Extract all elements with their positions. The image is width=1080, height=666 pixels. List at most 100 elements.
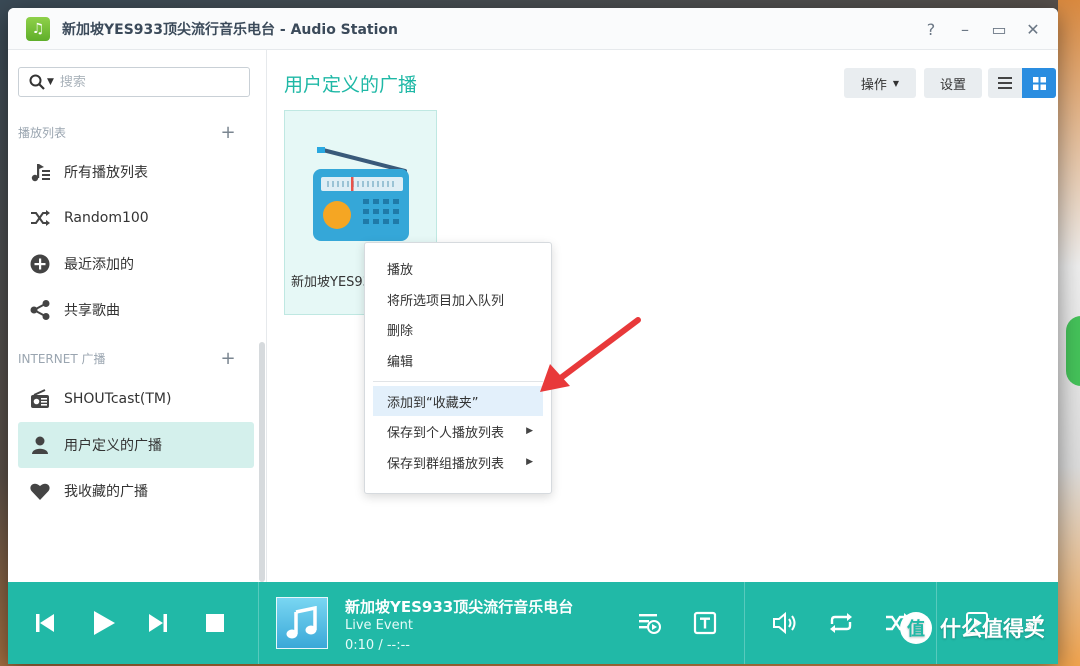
menu-item-label: 删除: [387, 323, 414, 339]
play-button[interactable]: [86, 606, 120, 640]
stop-icon: [206, 614, 224, 632]
playlists-header-label: 播放列表: [18, 125, 67, 140]
sidebar-item-label: 共享歌曲: [64, 303, 120, 319]
sidebar-item-label: SHOUTcast(TM): [64, 391, 172, 407]
menu-item-label: 将所选项目加入队列: [387, 293, 505, 309]
add-playlist-icon[interactable]: +: [218, 122, 238, 143]
sidebar-scrollbar[interactable]: [259, 342, 265, 582]
close-icon[interactable]: ✕: [1016, 20, 1050, 39]
heart-icon: [28, 479, 52, 503]
next-icon: [149, 614, 167, 632]
audio-station-window: ♫ 新加坡YES933顶尖流行音乐电台 - Audio Station ? – …: [8, 8, 1058, 664]
playback-time: 0:10 / --:--: [345, 638, 410, 653]
desktop-widget: [1066, 316, 1080, 386]
watermark: 值 什么值得买: [900, 612, 1045, 644]
lyrics-text-icon: [693, 611, 717, 635]
sidebar-item-label: 所有播放列表: [64, 165, 148, 181]
grid-view-button[interactable]: [1022, 68, 1056, 98]
menu-item-add-to-favorites[interactable]: 添加到“收藏夹”: [373, 386, 543, 416]
sidebar-item-all-playlists[interactable]: 所有播放列表: [18, 149, 254, 195]
repeat-icon: [830, 613, 852, 633]
sidebar: ▼ 播放列表 + 所有播放列表 Random100 最近添加的: [8, 50, 267, 582]
list-view-icon: [998, 77, 1012, 89]
settings-button[interactable]: 设置: [924, 68, 982, 98]
sidebar-item-favorite-radio[interactable]: 我收藏的广播: [18, 468, 254, 514]
submenu-arrow-icon: ▶: [526, 457, 533, 467]
play-queue-button[interactable]: [632, 606, 666, 640]
chevron-down-icon: ▼: [892, 78, 900, 88]
watermark-text: 什么值得买: [940, 617, 1045, 641]
radio-icon: [28, 387, 52, 411]
share-icon: [28, 298, 52, 322]
menu-item-label: 添加到“收藏夹”: [387, 395, 479, 411]
playlists-section-header: 播放列表 +: [18, 122, 238, 143]
sidebar-item-shoutcast[interactable]: SHOUTcast(TM): [18, 376, 254, 422]
grid-view-icon: [1032, 76, 1046, 90]
search-box[interactable]: ▼: [18, 67, 250, 97]
search-input[interactable]: [59, 74, 230, 90]
search-icon: [29, 74, 45, 90]
window-title: 新加坡YES933顶尖流行音乐电台 - Audio Station: [62, 21, 398, 38]
sidebar-item-user-defined-radio[interactable]: 用户定义的广播: [18, 422, 254, 468]
album-cover: [276, 597, 328, 649]
play-icon: [94, 611, 115, 635]
operations-label: 操作: [860, 77, 887, 93]
window-controls: ? – ▭ ✕: [914, 8, 1050, 50]
operations-button[interactable]: 操作 ▼: [844, 68, 916, 98]
music-list-icon: [28, 160, 52, 184]
menu-item-save-to-group-playlist[interactable]: 保存到群组播放列表 ▶: [373, 447, 543, 477]
sidebar-item-label: 用户定义的广播: [64, 438, 162, 454]
help-icon[interactable]: ?: [914, 20, 948, 39]
annotation-arrow: [540, 317, 641, 392]
sidebar-item-label: 最近添加的: [64, 257, 134, 273]
player-divider: [258, 582, 259, 664]
sidebar-item-recently-added[interactable]: 最近添加的: [18, 241, 254, 287]
list-view-button[interactable]: [988, 68, 1022, 98]
internet-header-label: INTERNET 广播: [18, 351, 106, 366]
lyrics-button[interactable]: [688, 606, 722, 640]
menu-item-add-to-queue[interactable]: 将所选项目加入队列: [373, 284, 543, 314]
menu-item-label: 编辑: [387, 354, 414, 370]
previous-button[interactable]: [28, 606, 62, 640]
sidebar-item-random100[interactable]: Random100: [18, 195, 254, 241]
submenu-arrow-icon: ▶: [526, 426, 533, 436]
menu-item-save-to-personal-playlist[interactable]: 保存到个人播放列表 ▶: [373, 416, 543, 446]
plus-circle-icon: [28, 252, 52, 276]
chevron-down-icon[interactable]: ▼: [47, 77, 54, 87]
menu-item-label: 保存到群组播放列表: [387, 456, 505, 472]
menu-item-label: 保存到个人播放列表: [387, 425, 505, 441]
play-queue-icon: [639, 614, 661, 634]
now-playing-title: 新加坡YES933顶尖流行音乐电台: [345, 598, 574, 616]
minimize-icon[interactable]: –: [948, 20, 982, 39]
audio-station-app-icon: ♫: [26, 16, 50, 41]
stop-button[interactable]: [198, 606, 232, 640]
sidebar-item-label: Random100: [64, 210, 149, 226]
menu-divider: [373, 381, 543, 382]
radio-icon: [313, 147, 409, 241]
previous-icon: [36, 614, 54, 632]
menu-item-label: 播放: [387, 262, 414, 278]
repeat-button[interactable]: [824, 606, 858, 640]
settings-label: 设置: [939, 77, 966, 93]
watermark-logo-icon: 值: [900, 612, 932, 644]
sidebar-item-shared-songs[interactable]: 共享歌曲: [18, 287, 254, 333]
sidebar-item-label: 我收藏的广播: [64, 484, 148, 500]
maximize-icon[interactable]: ▭: [982, 20, 1016, 39]
user-icon: [28, 433, 52, 457]
next-button[interactable]: [141, 606, 175, 640]
now-playing-artist: Live Event: [345, 618, 413, 633]
desktop-background: [1058, 0, 1080, 666]
add-radio-icon[interactable]: +: [218, 348, 238, 369]
volume-icon: [773, 611, 796, 635]
shuffle-icon: [28, 206, 52, 230]
volume-button[interactable]: [768, 606, 802, 640]
menu-item-edit[interactable]: 编辑: [373, 345, 543, 375]
tile-label: 新加坡YES933顶尖流行音乐电台: [291, 275, 371, 290]
title-bar: ♫ 新加坡YES933顶尖流行音乐电台 - Audio Station ? – …: [8, 8, 1058, 50]
music-note-icon: [286, 606, 317, 639]
menu-item-play[interactable]: 播放: [373, 253, 543, 283]
page-title: 用户定义的广播: [284, 74, 418, 96]
internet-radio-section-header: INTERNET 广播 +: [18, 348, 238, 369]
context-menu: 播放 将所选项目加入队列 删除 编辑 添加到“收藏夹” 保存到个人播放列表 ▶ 保…: [364, 242, 552, 494]
menu-item-delete[interactable]: 删除: [373, 314, 543, 344]
